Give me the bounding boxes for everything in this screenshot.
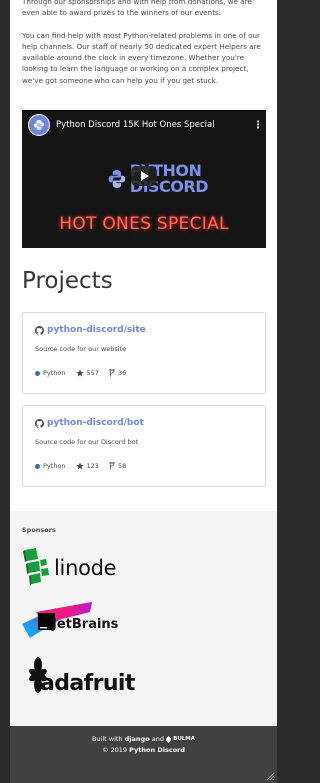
project-stars: 557: [75, 369, 99, 377]
language-dot-icon: [35, 463, 40, 469]
sponsors-title: Sponsors: [22, 526, 56, 534]
resize-handle-icon[interactable]: [265, 771, 275, 781]
python-snake-icon: [108, 170, 126, 188]
copyright-label: © 2019: [101, 746, 128, 754]
project-meta: Python 123 58: [35, 462, 136, 470]
sponsor-adafruit-name: adafruit: [40, 671, 135, 696]
stars-count: 123: [86, 462, 99, 470]
projects-heading: Projects: [22, 268, 113, 294]
sponsor-adafruit[interactable]: adafruit: [22, 657, 152, 701]
star-icon: [75, 369, 84, 377]
language-label: Python: [43, 462, 66, 470]
github-icon: [35, 325, 44, 335]
fork-icon: [109, 462, 115, 470]
project-description: Source code for our website: [35, 345, 127, 353]
project-name[interactable]: python-discord/bot: [47, 418, 144, 428]
project-card[interactable]: python-discord/site Source code for our …: [22, 312, 266, 394]
project-meta: Python 557 36: [35, 369, 136, 377]
project-description: Source code for our Discord bot: [35, 438, 139, 446]
video-subtitle: HOT ONES SPECIAL: [59, 214, 229, 234]
intro-paragraph-1: Through our sponsorships and with help f…: [22, 0, 252, 18]
language-label: Python: [43, 369, 66, 377]
project-link[interactable]: python-discord/site: [35, 325, 146, 335]
kebab-menu-icon[interactable]: ⋮: [250, 120, 266, 131]
project-name[interactable]: python-discord/site: [47, 325, 146, 335]
project-forks: 36: [109, 369, 126, 377]
intro-paragraph-2: You can find help with most Python-relat…: [22, 30, 261, 85]
github-icon: [35, 418, 44, 428]
fork-icon: [109, 369, 115, 377]
intro-section: Through our sponsorships and with help f…: [10, 0, 277, 86]
page: Through our sponsorships and with help f…: [10, 0, 277, 783]
project-stars: 123: [75, 462, 99, 470]
linode-logo-icon: [23, 548, 49, 585]
video-logo: PYTHON DISCORD: [108, 160, 209, 198]
footer: Built with django and BULMA © 2019 Pytho…: [10, 726, 277, 783]
project-forks: 58: [109, 462, 126, 470]
sponsor-jetbrains[interactable]: JetBrains: [22, 602, 142, 642]
sponsor-linode-name: linode: [54, 556, 117, 580]
python-logo-icon: [34, 120, 44, 130]
video-header: Python Discord 15K Hot Ones Special ⋮: [22, 110, 266, 140]
project-card[interactable]: python-discord/bot Source code for our D…: [22, 405, 266, 487]
project-link[interactable]: python-discord/bot: [35, 418, 144, 428]
star-icon: [75, 462, 84, 470]
footer-copyright: © 2019 Python Discord: [10, 746, 277, 754]
channel-avatar[interactable]: [28, 114, 50, 136]
footer-org-name: Python Discord: [129, 746, 186, 754]
language-dot-icon: [35, 370, 40, 376]
video-embed[interactable]: Python Discord 15K Hot Ones Special ⋮ PY…: [22, 110, 266, 248]
footer-and-label: and: [151, 735, 164, 743]
sponsor-linode[interactable]: linode: [22, 548, 132, 588]
sponsor-jetbrains-name: JetBrains: [52, 617, 119, 632]
forks-count: 36: [117, 369, 127, 377]
video-title[interactable]: Python Discord 15K Hot Ones Special: [56, 120, 250, 130]
sponsors-section: Sponsors linode JetBrains adafruit: [10, 511, 277, 726]
bulma-link[interactable]: BULMA: [173, 736, 195, 742]
django-link[interactable]: django: [125, 735, 150, 743]
forks-count: 58: [117, 462, 127, 470]
play-button[interactable]: [131, 166, 157, 186]
project-language: Python: [35, 462, 66, 470]
bulma-logo-icon: [166, 735, 172, 743]
project-language: Python: [35, 369, 66, 377]
footer-built-with: Built with django and BULMA: [10, 735, 277, 743]
footer-built-with-label: Built with: [91, 735, 123, 743]
stars-count: 557: [86, 369, 99, 377]
